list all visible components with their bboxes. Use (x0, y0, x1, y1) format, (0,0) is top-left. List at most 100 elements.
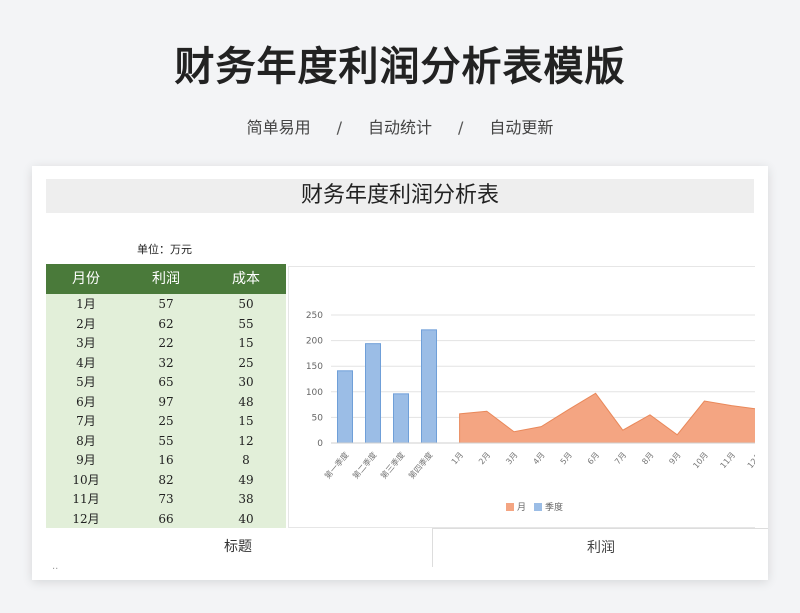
subtitle-separator: / (458, 118, 464, 137)
cell-cost: 25 (238, 355, 254, 370)
cell-month: 3月 (76, 336, 96, 350)
table-row: 8月 55 12 (46, 432, 286, 452)
y-tick-label: 50 (312, 413, 324, 423)
x-tick-label: 5月 (559, 451, 574, 467)
series-area-month (459, 392, 760, 444)
legend-swatch-quarter (534, 503, 542, 511)
table-header: 月份 利润 成本 (46, 264, 286, 294)
cell-profit: 73 (158, 492, 174, 506)
x-tick-label: 第一季度 (322, 450, 350, 481)
x-tick-label: 第二季度 (350, 450, 378, 481)
cell-month: 10月 (72, 472, 100, 487)
legend-label-quarter: 季度 (545, 501, 563, 513)
x-tick-label: 第四季度 (406, 450, 434, 481)
subtitle-item: 自动统计 (367, 118, 432, 137)
cell-month: 8月 (76, 433, 96, 448)
subtitle-item: 简单易用 (246, 118, 311, 137)
cell-profit: 97 (158, 394, 174, 409)
x-tick-label: 7月 (613, 451, 628, 467)
cell-profit: 57 (158, 297, 174, 311)
header-month: 月份 (72, 271, 100, 287)
x-tick-label: 11月 (719, 451, 738, 471)
y-tick-label: 100 (306, 388, 323, 398)
legend-label-month: 月 (517, 502, 526, 513)
table-row: 4月 32 25 (46, 354, 286, 374)
cell-month: 11月 (72, 492, 100, 506)
y-tick-label: 150 (306, 362, 323, 372)
legend-swatch-month (506, 503, 514, 511)
page-subtitle: 简单易用 / 自动统计 / 自动更新 (0, 114, 800, 138)
tab-profit[interactable]: 利润 (432, 528, 768, 567)
bar-quarter (421, 329, 437, 444)
cell-cost: 15 (238, 414, 254, 428)
y-tick-label: 200 (306, 337, 323, 347)
x-tick-label: 4月 (531, 451, 546, 467)
cell-month: 2月 (76, 316, 96, 331)
cell-profit: 66 (158, 511, 174, 526)
cell-profit: 25 (158, 414, 174, 428)
chart-container: 0 50 100 150 200 250 第一季度 第二季度 第三季度 第四季度 1月 2月 3月 4月 5… (288, 266, 765, 528)
footer-mark: ·· (52, 564, 59, 575)
cell-month: 9月 (76, 453, 96, 467)
x-tick-label: 8月 (640, 451, 655, 467)
cell-profit: 32 (158, 355, 174, 370)
table-row: 1月 57 50 (46, 295, 286, 315)
cell-cost: 55 (238, 316, 254, 331)
x-tick-label: 9月 (667, 451, 682, 467)
cell-month: 4月 (76, 355, 96, 370)
cell-profit: 82 (158, 472, 174, 487)
table-row: 6月 97 48 (46, 393, 286, 413)
cell-month: 6月 (76, 394, 96, 409)
bar-quarter (365, 343, 381, 444)
cell-profit: 22 (158, 336, 174, 350)
cell-cost: 49 (238, 472, 254, 487)
bar-quarter (337, 370, 353, 444)
y-tick-label: 250 (306, 311, 323, 321)
cell-month: 12月 (72, 511, 100, 526)
table-body: 1月 57 50 2月 62 55 3月 22 15 4月 32 25 5月 65 30 6月 97 4… (46, 294, 286, 529)
unit-label: 单位：万元 (137, 243, 192, 256)
combo-chart: 0 50 100 150 200 250 第一季度 第二季度 第三季度 第四季度 1月 2月 3月 4月 5… (306, 311, 765, 513)
table-row: 3月 22 15 (46, 334, 286, 354)
table-row: 12月 66 40 (46, 510, 286, 530)
table-row: 9月 16 8 (46, 451, 286, 471)
header-cost: 成本 (232, 271, 260, 287)
table-row: 7月 25 15 (46, 412, 286, 432)
cell-cost: 40 (238, 511, 254, 526)
cell-profit: 16 (158, 453, 174, 467)
table-row: 11月 73 38 (46, 490, 286, 510)
sheet-tabs: 标题 利润 (46, 528, 768, 568)
cell-cost: 38 (238, 492, 254, 506)
cell-month: 1月 (76, 297, 96, 311)
cell-cost: 30 (238, 375, 254, 389)
x-tick-label: 1月 (450, 451, 465, 467)
header-profit: 利润 (152, 271, 180, 287)
y-tick-label: 0 (317, 439, 323, 449)
cell-profit: 55 (158, 433, 174, 448)
cell-cost: 12 (238, 433, 254, 448)
tab-title[interactable]: 标题 (46, 528, 430, 566)
cell-month: 7月 (76, 414, 96, 428)
spreadsheet-preview: 财务年度利润分析表 单位：万元 月份 利润 成本 1月 57 50 2月 62 55 3… (32, 166, 768, 580)
x-tick-label: 2月 (477, 451, 492, 467)
cell-profit: 62 (158, 316, 174, 331)
table-row: 5月 65 30 (46, 373, 286, 393)
x-tick-label: 第三季度 (378, 450, 406, 481)
x-tick-label: 10月 (691, 451, 710, 471)
sheet-title: 财务年度利润分析表 (46, 179, 754, 213)
cell-profit: 65 (158, 375, 174, 389)
cell-cost: 48 (238, 394, 254, 409)
cell-cost: 15 (238, 336, 254, 350)
x-tick-label: 3月 (504, 451, 519, 467)
data-table: 月份 利润 成本 1月 57 50 2月 62 55 3月 22 15 4月 32 25 5月 6… (46, 264, 286, 529)
table-row: 10月 82 49 (46, 471, 286, 491)
cell-cost: 50 (238, 297, 254, 311)
cell-cost: 8 (242, 453, 250, 467)
table-row: 2月 62 55 (46, 315, 286, 335)
cell-month: 5月 (76, 375, 96, 389)
x-tick-label: 6月 (586, 451, 601, 467)
bar-quarter (393, 393, 409, 444)
subtitle-separator: / (336, 118, 342, 137)
x-tick-label: 12月 (746, 451, 755, 471)
subtitle-item: 自动更新 (489, 118, 554, 137)
